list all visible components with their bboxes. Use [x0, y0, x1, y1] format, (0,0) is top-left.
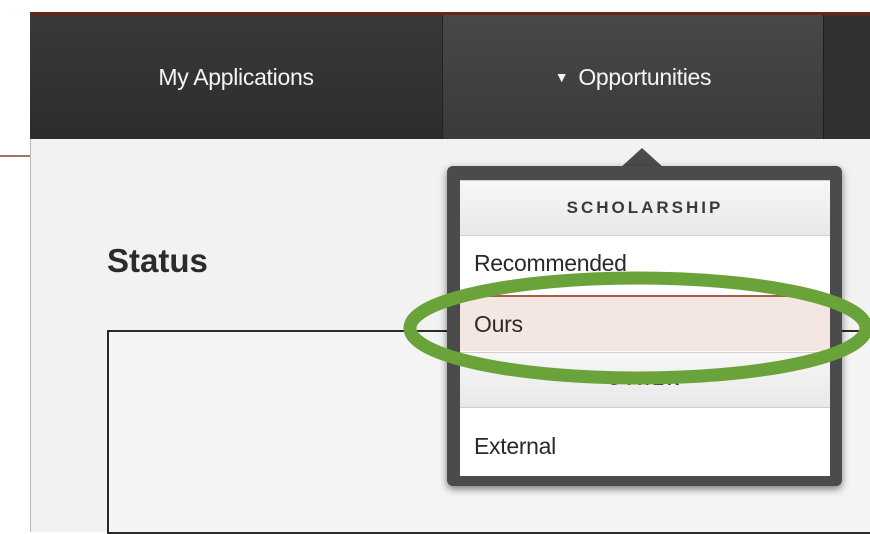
caret-down-icon: ▼ — [554, 69, 569, 85]
nav-opportunities[interactable]: ▼ Opportunities — [442, 15, 824, 139]
dropdown-item-recommended[interactable]: Recommended — [460, 235, 830, 291]
page-title: Status — [107, 242, 208, 279]
dropdown-menu: SCHOLARSHIP Recommended Ours OTHER Exter… — [460, 180, 830, 476]
top-navbar: My Applications ▼ Opportunities — [30, 12, 870, 139]
nav-my-applications[interactable]: My Applications — [30, 15, 442, 139]
nav-opportunities-label: Opportunities — [578, 63, 712, 90]
dropdown-section-header-other: OTHER — [460, 352, 830, 408]
dropdown-item-external[interactable]: External — [460, 418, 830, 474]
nav-item-more[interactable] — [823, 15, 870, 139]
dropdown-item-ours[interactable]: Ours — [460, 295, 830, 351]
dropdown-section-header-scholarship: SCHOLARSHIP — [460, 180, 830, 236]
nav-my-applications-label: My Applications — [158, 63, 314, 90]
dropdown-pointer — [620, 148, 664, 168]
